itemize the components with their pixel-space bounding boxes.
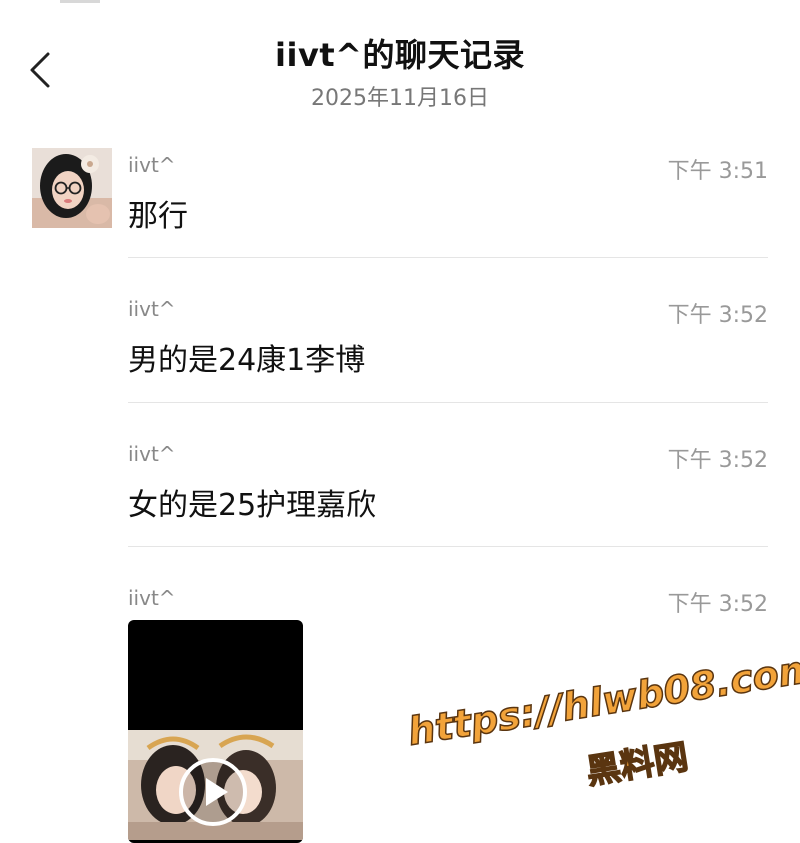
message-time: 下午 3:52 — [667, 448, 768, 473]
watermark: https://hlwb08.com 黑料网 — [404, 645, 800, 829]
chat-date: 2025年11月16日 — [311, 86, 489, 111]
watermark-url: https://hlwb08.com — [404, 645, 800, 755]
divider — [128, 402, 768, 403]
message-text[interactable]: 女的是25护理嘉欣 — [128, 480, 376, 524]
sender-name: iivt^ — [128, 586, 176, 610]
divider — [128, 257, 768, 258]
chat-history-header: iivt^的聊天记录 2025年11月16日 — [0, 0, 800, 120]
sender-name: iivt^ — [128, 153, 176, 177]
play-icon[interactable] — [176, 755, 250, 829]
sender-name: iivt^ — [128, 442, 176, 466]
divider — [128, 546, 768, 547]
page-title: iivt^的聊天记录 — [275, 36, 525, 74]
avatar[interactable] — [32, 148, 112, 228]
message-time: 下午 3:52 — [667, 592, 768, 617]
message-item: iivt^ 下午 3:51 那行 — [128, 153, 768, 235]
video-message-thumbnail[interactable] — [128, 620, 303, 843]
watermark-name: 黑料网 — [583, 736, 692, 793]
message-item: iivt^ 下午 3:52 男的是24康1李博 — [128, 297, 768, 379]
message-time: 下午 3:51 — [667, 159, 768, 184]
message-text[interactable]: 男的是24康1李博 — [128, 335, 365, 379]
message-item: iivt^ 下午 3:52 女的是25护理嘉欣 — [128, 442, 768, 524]
sender-name: iivt^ — [128, 297, 176, 321]
message-item: iivt^ 下午 3:52 — [128, 586, 768, 617]
message-text[interactable]: 那行 — [128, 191, 188, 235]
message-time: 下午 3:52 — [667, 303, 768, 328]
